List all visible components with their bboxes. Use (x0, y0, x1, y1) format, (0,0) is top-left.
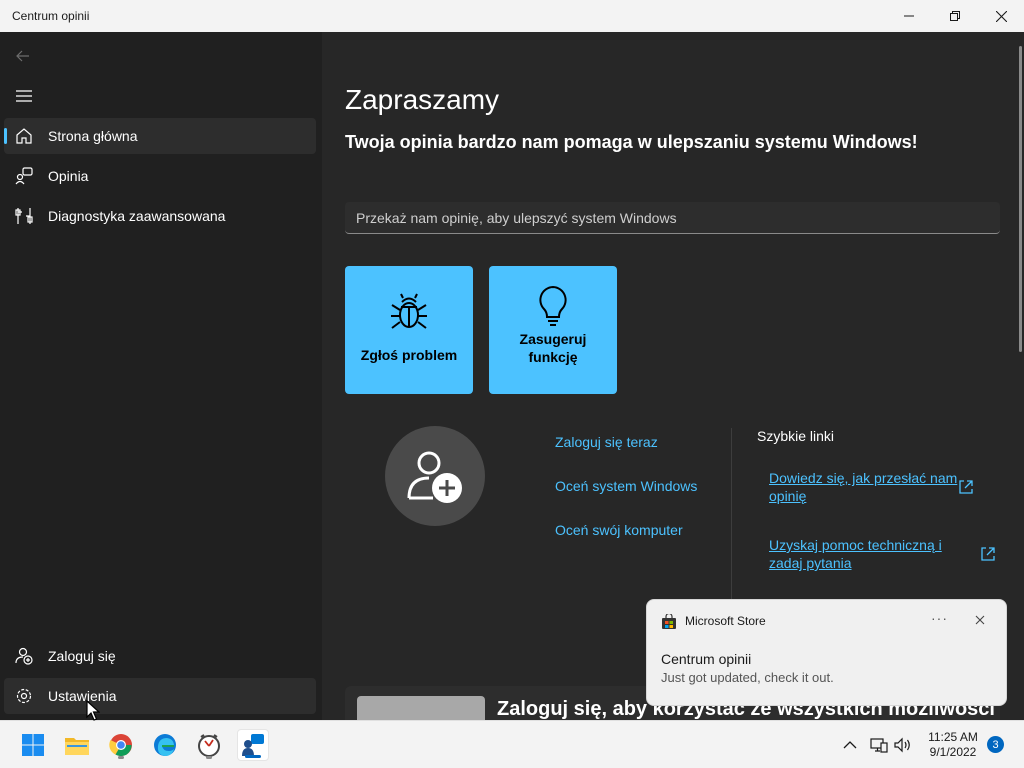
back-button[interactable] (12, 46, 34, 66)
clock-app-button[interactable] (193, 729, 225, 761)
feedback-hub-button[interactable] (237, 729, 269, 761)
restore-icon (950, 11, 960, 21)
clock-app-icon (198, 734, 220, 757)
volume-icon (894, 737, 910, 753)
network-icon (870, 738, 888, 753)
nav-item-diagnostics[interactable]: Diagnostyka zaawansowana (4, 198, 316, 234)
page-title: Zapraszamy (345, 84, 500, 115)
title-bar: Centrum opinii (0, 0, 1024, 32)
nav-item-label: Zaloguj się (48, 648, 116, 664)
report-problem-tile[interactable]: Zgłoś problem (345, 266, 473, 394)
chrome-button[interactable] (105, 729, 137, 761)
close-button[interactable] (978, 0, 1024, 32)
feedback-search-input[interactable]: Przekaż nam opinię, aby ulepszyć system … (345, 202, 1000, 234)
tile-label: Zasugeruj funkcję (519, 331, 587, 365)
gear-icon (4, 687, 44, 705)
toast-more-button[interactable]: ··· (931, 610, 948, 626)
card-image (357, 696, 485, 720)
edge-icon (154, 734, 176, 756)
nav-item-feedback[interactable]: Opinia (4, 158, 316, 194)
feedback-hub-icon (242, 734, 264, 756)
avatar (385, 426, 485, 526)
running-indicator (245, 755, 261, 758)
edge-button[interactable] (149, 729, 181, 761)
nav-item-sign-in[interactable]: Zaloguj się (4, 638, 316, 674)
file-explorer-icon (65, 738, 89, 755)
microsoft-store-icon (662, 614, 676, 629)
minimize-button[interactable] (886, 0, 932, 32)
clock-time: 11:25 AM (928, 730, 978, 744)
sign-in-icon (4, 647, 44, 665)
mouse-cursor-icon (86, 700, 100, 721)
search-placeholder: Przekaż nam opinię, aby ulepszyć system … (356, 209, 677, 226)
menu-button[interactable] (12, 86, 36, 106)
diagnostics-icon (4, 207, 44, 225)
external-link-icon (981, 547, 995, 561)
home-icon (4, 127, 44, 145)
external-link-icon (959, 480, 973, 494)
add-user-icon (407, 451, 462, 503)
show-hidden-icons-button[interactable] (842, 721, 858, 768)
rate-windows-link[interactable]: Oceń system Windows (555, 478, 697, 494)
navigation-pane: Strona główna Opinia Diagnostyka zaawans… (0, 32, 322, 720)
clock-date: 9/1/2022 (929, 745, 977, 759)
nav-item-label: Ustawienia (48, 688, 117, 704)
nav-item-label: Strona główna (48, 128, 138, 144)
network-button[interactable] (870, 721, 888, 768)
sign-in-now-link[interactable]: Zaloguj się teraz (555, 434, 658, 450)
rate-computer-link[interactable]: Oceń swój komputer (555, 522, 683, 538)
bug-icon (391, 293, 427, 329)
nav-item-label: Diagnostyka zaawansowana (48, 208, 226, 224)
running-indicator (118, 756, 124, 759)
suggest-feature-tile[interactable]: Zasugeruj funkcję (489, 266, 617, 394)
notification-badge[interactable]: 3 (987, 736, 1004, 753)
close-icon (995, 10, 1007, 22)
start-button[interactable] (17, 729, 49, 761)
divider (731, 428, 732, 600)
restore-button[interactable] (932, 0, 978, 32)
scrollbar[interactable] (1019, 46, 1022, 352)
toast-title: Centrum opinii (661, 651, 752, 667)
quick-link-support[interactable]: Uzyskaj pomoc techniczną i zadaj pytania (769, 536, 969, 572)
toast-app-name: Microsoft Store (685, 614, 766, 628)
window-title: Centrum opinii (12, 9, 90, 23)
tile-label: Zgłoś problem (360, 347, 458, 363)
volume-button[interactable] (894, 721, 912, 768)
hamburger-icon (16, 90, 32, 102)
running-indicator (206, 756, 212, 759)
toast-notification[interactable]: Microsoft Store ··· Centrum opinii Just … (646, 599, 1007, 706)
chevron-up-icon (843, 741, 857, 749)
taskbar: 11:25 AM 9/1/2022 (0, 720, 1024, 768)
toast-close-icon[interactable] (973, 613, 987, 627)
clock[interactable]: 11:25 AM 9/1/2022 (918, 730, 988, 760)
chrome-icon (109, 734, 132, 757)
nav-item-label: Opinia (48, 168, 89, 184)
nav-item-home[interactable]: Strona główna (4, 118, 316, 154)
minimize-icon (904, 15, 914, 17)
lightbulb-icon (539, 285, 567, 326)
page-subtitle: Twoja opinia bardzo nam pomaga w ulepsza… (345, 132, 918, 152)
quick-links-title: Szybkie linki (757, 428, 835, 444)
back-arrow-icon (16, 50, 29, 62)
quick-link-how-to-feedback[interactable]: Dowiedz się, jak przesłać nam opinię (769, 469, 969, 505)
file-explorer-button[interactable] (61, 729, 93, 761)
start-icon (22, 734, 44, 756)
toast-body: Just got updated, check it out. (661, 670, 834, 685)
nav-item-settings[interactable]: Ustawienia (4, 678, 316, 714)
feedback-icon (4, 167, 44, 185)
